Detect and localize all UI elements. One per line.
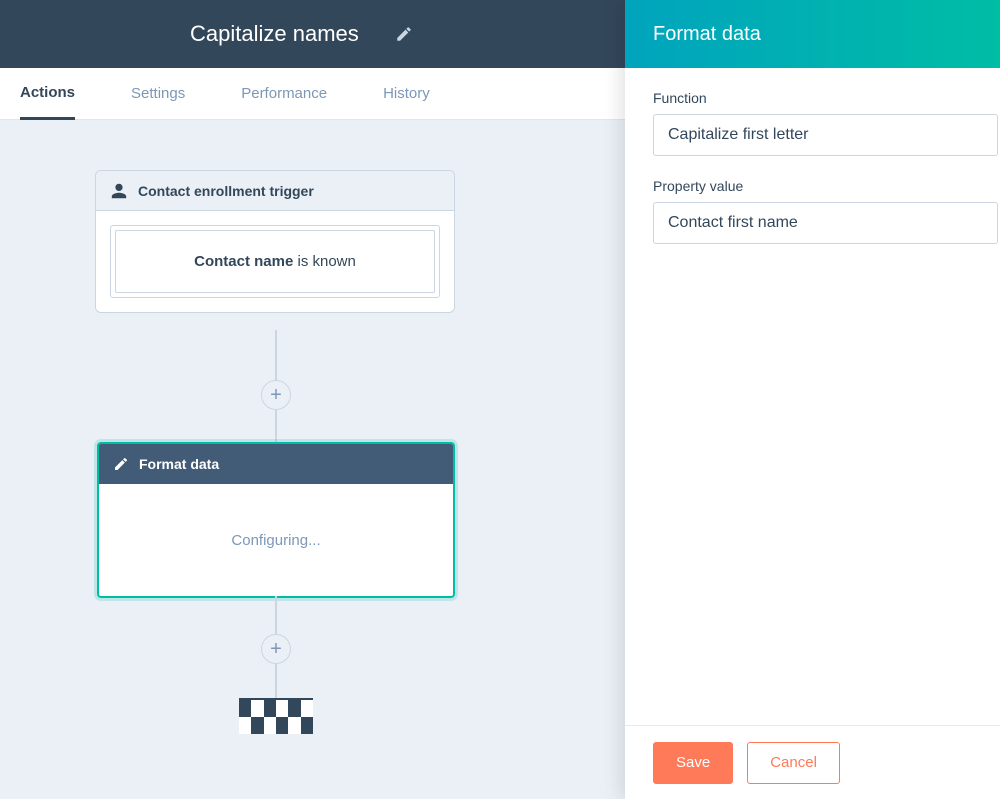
property-value-field: Property value Contact first name bbox=[653, 178, 1000, 244]
trigger-card[interactable]: Contact enrollment trigger Contact name … bbox=[95, 170, 455, 313]
workflow-canvas[interactable]: Contact enrollment trigger Contact name … bbox=[0, 120, 625, 799]
save-button[interactable]: Save bbox=[653, 742, 733, 784]
tab-bar: Actions Settings Performance History bbox=[0, 68, 625, 120]
tab-settings[interactable]: Settings bbox=[131, 68, 185, 120]
trigger-condition-text: is known bbox=[293, 253, 356, 270]
tab-label: Settings bbox=[131, 85, 185, 102]
tab-label: Performance bbox=[241, 85, 327, 102]
connector-line bbox=[275, 330, 277, 382]
trigger-card-header: Contact enrollment trigger bbox=[96, 171, 454, 211]
function-select[interactable]: Capitalize first letter bbox=[653, 114, 998, 156]
panel-title: Format data bbox=[653, 23, 761, 46]
connector-line bbox=[275, 596, 277, 636]
trigger-card-title: Contact enrollment trigger bbox=[138, 183, 314, 199]
pencil-icon bbox=[113, 456, 129, 472]
tab-label: Actions bbox=[20, 84, 75, 101]
tab-performance[interactable]: Performance bbox=[241, 68, 327, 120]
connector-line bbox=[275, 410, 277, 444]
workflow-title: Capitalize names bbox=[190, 21, 359, 47]
cancel-button-label: Cancel bbox=[770, 754, 817, 771]
connector-line bbox=[275, 664, 277, 700]
function-label: Function bbox=[653, 90, 1000, 106]
action-card-header: Format data bbox=[99, 444, 453, 484]
action-card-format-data[interactable]: Format data Configuring... bbox=[97, 442, 455, 598]
tab-label: History bbox=[383, 85, 430, 102]
trigger-property-name: Contact name bbox=[194, 253, 293, 270]
action-card-body: Configuring... bbox=[99, 484, 453, 596]
action-status-text: Configuring... bbox=[231, 532, 320, 549]
trigger-condition[interactable]: Contact name is known bbox=[115, 230, 435, 293]
panel-body: Function Capitalize first letter Propert… bbox=[625, 68, 1000, 725]
app-header: Capitalize names bbox=[0, 0, 625, 68]
cancel-button[interactable]: Cancel bbox=[747, 742, 840, 784]
property-value-label: Property value bbox=[653, 178, 1000, 194]
add-action-button[interactable]: + bbox=[261, 380, 291, 410]
save-button-label: Save bbox=[676, 754, 710, 771]
add-action-button[interactable]: + bbox=[261, 634, 291, 664]
workflow-editor: Capitalize names Actions Settings Perfor… bbox=[0, 0, 625, 799]
panel-footer: Save Cancel bbox=[625, 725, 1000, 799]
property-value-select[interactable]: Contact first name bbox=[653, 202, 998, 244]
property-value-value: Contact first name bbox=[668, 214, 798, 232]
tab-history[interactable]: History bbox=[383, 68, 430, 120]
pencil-icon[interactable] bbox=[395, 25, 413, 43]
user-icon bbox=[110, 182, 128, 200]
function-field: Function Capitalize first letter bbox=[653, 90, 1000, 156]
tab-actions[interactable]: Actions bbox=[20, 68, 75, 120]
action-card-title: Format data bbox=[139, 456, 219, 472]
panel-header: Format data bbox=[625, 0, 1000, 68]
trigger-card-body: Contact name is known bbox=[96, 211, 454, 312]
side-panel: Format data Function Capitalize first le… bbox=[625, 0, 1000, 799]
function-value: Capitalize first letter bbox=[668, 126, 809, 144]
finish-flag-icon bbox=[239, 698, 313, 734]
